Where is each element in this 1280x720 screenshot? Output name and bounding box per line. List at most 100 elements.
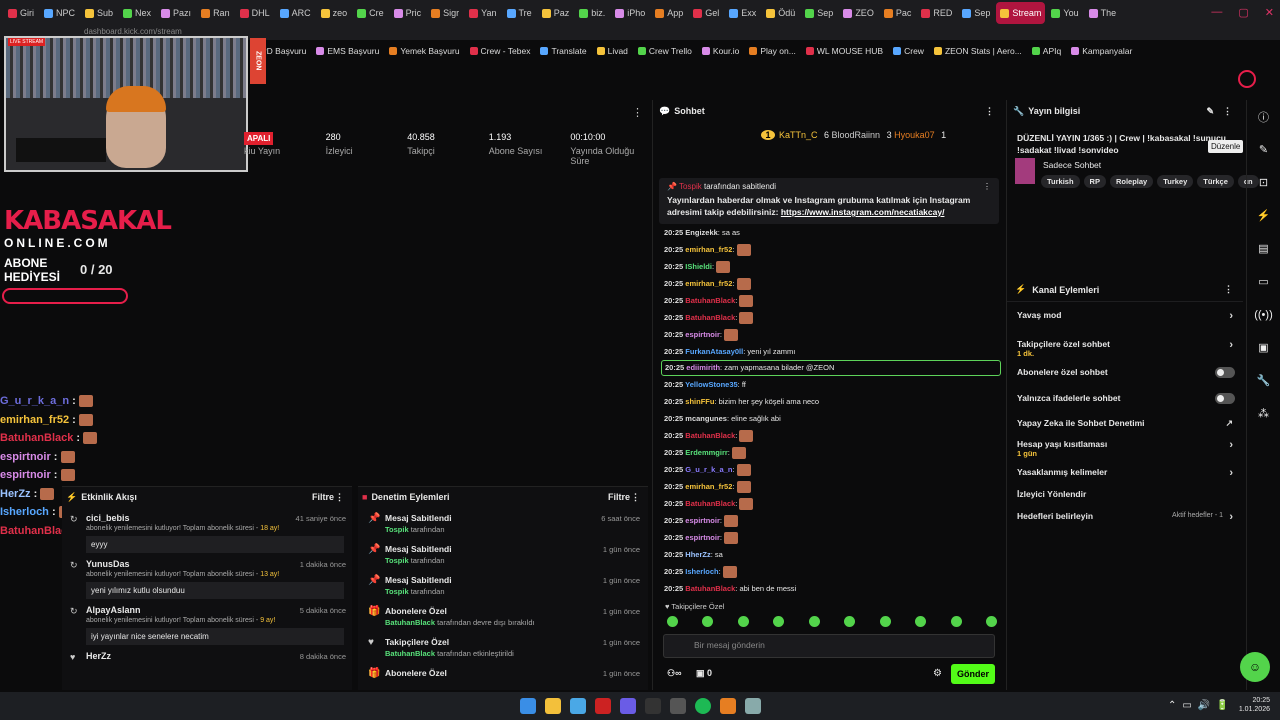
browser-tab[interactable]: You [1047, 2, 1082, 24]
more-icon[interactable]: ⋮ [631, 492, 640, 503]
category-thumbnail[interactable] [1015, 158, 1035, 184]
emote-icon[interactable] [950, 616, 962, 627]
emote-icon[interactable] [737, 616, 749, 627]
message-user[interactable]: Isherloch [685, 567, 718, 576]
stream-tag[interactable]: RP [1083, 175, 1106, 188]
channel-action-item[interactable]: Abonelere özel sohbet [1007, 367, 1243, 378]
more-icon[interactable]: ⋮ [335, 492, 344, 503]
emote-icon[interactable] [879, 616, 891, 627]
more-icon[interactable]: ⋮ [1224, 284, 1233, 295]
chat-input[interactable]: Bir mesaj gönderin [663, 634, 995, 658]
broadcast-icon[interactable]: ((•)) [1247, 298, 1280, 331]
bookmark[interactable]: Kour.io [701, 46, 739, 56]
activity-item[interactable]: ↻ AlpayAslann 5 dakika önce abonelik yenile… [62, 599, 352, 645]
browser-tab[interactable]: biz. [575, 2, 609, 24]
minimize-icon[interactable]: — [1211, 6, 1222, 19]
bookmark[interactable]: Kampanyalar [1071, 46, 1132, 56]
pinned-link[interactable]: https://www.instagram.com/necatiakcay/ [781, 207, 945, 217]
chat-icon[interactable]: ▭ [1247, 265, 1280, 298]
kick-logo-icon[interactable] [1238, 70, 1256, 88]
browser-tab[interactable]: Pac [880, 2, 916, 24]
channel-action-item[interactable]: Takipçilere özel sohbet 1 dk. › [1007, 339, 1243, 358]
more-icon[interactable]: ⋮ [985, 106, 994, 117]
browser-tab[interactable]: Tre [503, 2, 536, 24]
bookmark[interactable]: ZEON Stats | Aero... [933, 46, 1022, 56]
bookmark[interactable]: Yemek Başvuru [389, 46, 460, 56]
settings-icon[interactable]: ⚙ [933, 668, 942, 679]
emote-icon[interactable] [985, 616, 997, 627]
message-user[interactable]: BatuhanBlack [685, 431, 735, 440]
channel-action-item[interactable]: Yasaklanmış kelimeler › [1007, 467, 1243, 479]
browser-tab[interactable]: Cre [353, 2, 388, 24]
browser-tab[interactable]: Ran [197, 2, 234, 24]
browser-tab[interactable]: Pric [390, 2, 426, 24]
chevron-right-icon[interactable]: › [1229, 310, 1233, 322]
browser-tab[interactable]: Sigr [427, 2, 463, 24]
moderation-item[interactable]: 📌 Mesaj Sabitlendi Tospik tarafından 1 gün … [358, 569, 648, 600]
stream-tag[interactable]: Turkish [1041, 175, 1080, 188]
emote-icon[interactable] [773, 616, 785, 627]
tv-icon[interactable]: ▣ [1247, 331, 1280, 364]
message-user[interactable]: emirhan_fr52 [685, 245, 732, 254]
browser-tab[interactable]: Nex [119, 2, 155, 24]
tray-icons[interactable]: ⌃▭🔊🔋 [1168, 700, 1235, 711]
message-user[interactable]: BatuhanBlack [685, 313, 735, 322]
bookmark[interactable]: Crew [893, 46, 924, 56]
message-user[interactable]: espirtnoir [685, 516, 720, 525]
bookmark[interactable]: WL MOUSE HUB [805, 46, 883, 56]
browser-tab[interactable]: Sub [81, 2, 117, 24]
chevron-right-icon[interactable]: › [1229, 511, 1233, 523]
browser-tab[interactable]: Gel [689, 2, 723, 24]
chevron-right-icon[interactable]: › [1229, 467, 1233, 479]
message-user[interactable]: FurkanAtasay0ll [685, 347, 743, 356]
browser-tab[interactable]: DHL [236, 2, 274, 24]
users-icon[interactable]: ⚇∞ [667, 668, 681, 678]
channel-action-item[interactable]: Hesap yaşı kısıtlaması 1 gün › [1007, 439, 1243, 458]
more-icon[interactable]: ⋮ [1223, 106, 1232, 117]
browser-tab[interactable]: The [1085, 2, 1121, 24]
moderation-item[interactable]: 🎁 Abonelere Özel BatuhanBlack tarafından d… [358, 600, 648, 631]
bookmark[interactable]: Crew Trello [637, 46, 692, 56]
message-user[interactable]: Engizekk [685, 228, 718, 237]
moderation-filter-button[interactable]: Filtre [608, 492, 630, 502]
activity-item[interactable]: ↻ cici_bebis 41 saniye önce abonelik yenile… [62, 507, 352, 553]
browser-tab[interactable]: Giri [4, 2, 38, 24]
terminal-icon[interactable] [644, 698, 661, 714]
browser-tab[interactable]: ARC [276, 2, 315, 24]
chevron-right-icon[interactable]: › [1229, 339, 1233, 351]
message-user[interactable]: mcangunes [685, 414, 727, 423]
info-icon[interactable]: ⓘ [1247, 100, 1280, 133]
toggle-switch[interactable] [1215, 367, 1235, 378]
message-user[interactable]: espirtnoir [685, 330, 720, 339]
message-user[interactable]: IShieldi [685, 262, 712, 271]
browser-tab[interactable]: Stream [996, 2, 1046, 24]
opera-icon[interactable] [594, 698, 611, 714]
stream-tag[interactable]: Roleplay [1109, 175, 1154, 188]
wrench-icon[interactable]: 🔧 [1247, 364, 1280, 397]
category-name[interactable]: Sadece Sohbet [1043, 160, 1101, 170]
toggle-switch[interactable] [1215, 393, 1235, 404]
moderation-item[interactable]: 📌 Mesaj Sabitlendi Tospik tarafından 6 saat… [358, 507, 648, 538]
activity-filter-button[interactable]: Filtre [312, 492, 334, 502]
message-user[interactable]: emirhan_fr52 [685, 279, 732, 288]
moderation-item[interactable]: 📌 Mesaj Sabitlendi Tospik tarafından 1 gün … [358, 538, 648, 569]
windows-icon[interactable] [519, 698, 536, 714]
channel-action-item[interactable]: İzleyici Yönlendir [1007, 489, 1243, 499]
share-icon[interactable]: ⁂ [1247, 397, 1280, 430]
more-icon[interactable]: ⋮ [632, 106, 643, 119]
browser-tab[interactable]: Sep [801, 2, 837, 24]
activity-item[interactable]: ↻ YunusDas 1 dakika önce abonelik yenilemes… [62, 553, 352, 599]
browser-tab[interactable]: NPC [40, 2, 79, 24]
emote-icon[interactable] [844, 616, 856, 627]
crop-icon[interactable]: ⊡ [1247, 166, 1280, 199]
bookmark[interactable]: EMS Başvuru [316, 46, 379, 56]
browser-tab[interactable]: Sep [958, 2, 994, 24]
channel-action-item[interactable]: Yapay Zeka ile Sohbet Denetimi ↗ [1007, 418, 1243, 428]
browser-tab[interactable]: App [651, 2, 687, 24]
emote-icon[interactable] [808, 616, 820, 627]
message-user[interactable]: ediimirith [686, 363, 720, 372]
browser-tab[interactable]: ZEO [839, 2, 878, 24]
bookmark[interactable]: Play on... [749, 46, 796, 56]
edit-icon[interactable]: ✎ [1247, 133, 1280, 166]
bookmark[interactable]: Translate [540, 46, 587, 56]
